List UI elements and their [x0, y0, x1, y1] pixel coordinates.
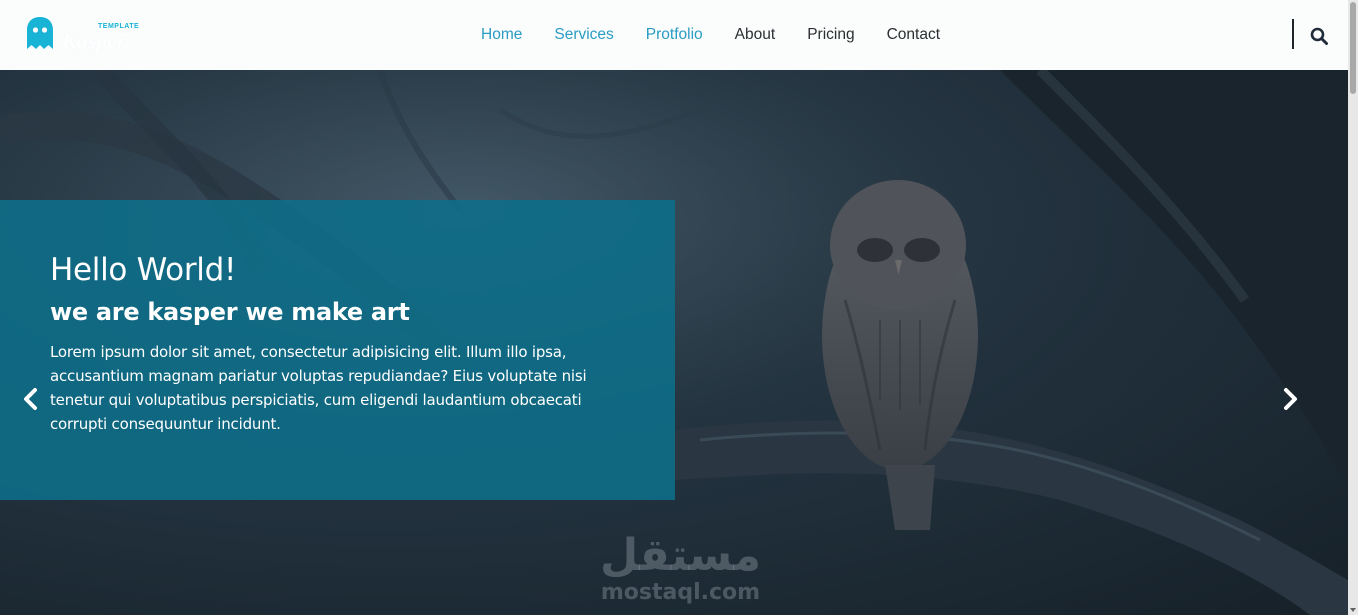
slide-title: Hello World! — [50, 252, 237, 288]
header-divider — [1292, 19, 1294, 49]
slide-text: Lorem ipsum dolor sit amet, consectetur … — [50, 343, 587, 433]
site-header: TEMPLATE Kasper Home Services Protfolio … — [0, 0, 1348, 70]
watermark-arabic: مستقل — [600, 530, 761, 581]
main-nav: Home Services Protfolio About Pricing Co… — [465, 0, 956, 70]
nav-about[interactable]: About — [719, 26, 792, 44]
logo[interactable]: TEMPLATE Kasper — [24, 14, 154, 56]
logo-wordmark: Kasper — [62, 28, 126, 53]
slide-caption: Hello World! we are kasper we make art L… — [0, 200, 675, 500]
nav-pricing[interactable]: Pricing — [791, 26, 870, 44]
nav-home[interactable]: Home — [465, 26, 538, 44]
nav-services[interactable]: Services — [538, 26, 629, 44]
chevron-left-icon[interactable] — [20, 387, 40, 411]
slide-subtitle: we are kasper we make art — [50, 298, 410, 326]
chevron-right-icon[interactable] — [1281, 387, 1301, 411]
search-icon[interactable] — [1310, 27, 1328, 45]
hero-slider: Hello World! we are kasper we make art L… — [0, 70, 1348, 615]
page-scrollbar[interactable] — [1348, 0, 1358, 615]
scrollbar-thumb[interactable] — [1350, 2, 1356, 94]
watermark-latin: mostaql.com — [600, 580, 761, 605]
nav-portfolio[interactable]: Protfolio — [630, 26, 719, 44]
ghost-icon — [27, 17, 53, 49]
scroll-down-icon[interactable] — [1350, 608, 1356, 612]
nav-contact[interactable]: Contact — [871, 26, 956, 44]
watermark: مستقل mostaql.com — [598, 530, 763, 610]
